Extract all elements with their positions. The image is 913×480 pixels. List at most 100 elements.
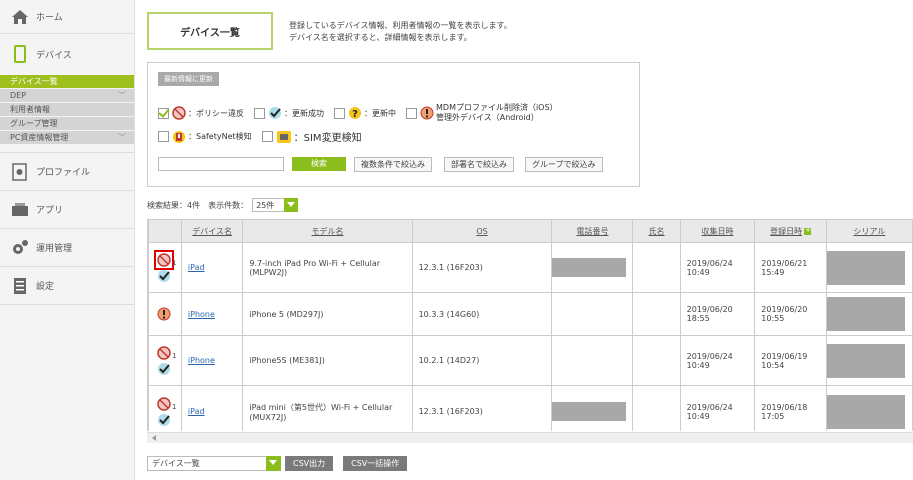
horizontal-scrollbar[interactable] <box>147 432 913 443</box>
device-link[interactable]: iPad <box>188 263 205 272</box>
model-cell: iPad mini（第5世代）Wi-Fi + Cellular (MUX72J) <box>242 385 413 431</box>
sort-header-os[interactable]: OS <box>411 219 553 243</box>
sidebar-item-label: グループ管理 <box>10 119 58 128</box>
smartphone-icon <box>10 44 30 64</box>
result-count-label: 検索結果：4件 表示件数： <box>147 200 249 210</box>
device-link[interactable]: iPhone <box>188 310 215 319</box>
redacted-block <box>826 250 905 285</box>
nav-apps[interactable]: アプリ <box>0 191 134 229</box>
nav-device[interactable]: デバイス <box>0 34 134 74</box>
serial-cell <box>825 385 913 431</box>
checkbox[interactable] <box>158 131 169 142</box>
sim-card-icon <box>276 130 291 143</box>
filter-sim-change[interactable]: ：SIM変更検知 <box>261 129 362 144</box>
phone-cell <box>551 242 634 293</box>
nav-operations[interactable]: 運用管理 <box>0 229 134 267</box>
status-filter-row-2: ：SafetyNet検知 ：SIM変更検知 <box>158 129 372 144</box>
checkbox[interactable] <box>158 107 169 119</box>
sort-header-registered[interactable]: 登録日時 <box>754 219 827 243</box>
date-text: 2019/06/24 <box>686 258 733 268</box>
export-type-select[interactable]: デバイス一覧 <box>147 456 281 471</box>
sidebar-item-dep[interactable]: DEP ﹀ <box>0 89 134 102</box>
registered-cell: 2019/06/19 10:54 <box>754 335 827 386</box>
filter-label-line: MDMプロファイル削除済（iOS） <box>436 103 558 112</box>
sort-header-model[interactable]: モデル名 <box>242 219 413 243</box>
description-line: デバイス名を選択すると、詳細情報を表示します。 <box>289 33 472 42</box>
refresh-button[interactable]: 最新情報に更新 <box>158 72 219 86</box>
prohibited-icon[interactable] <box>154 249 174 270</box>
filter-panel: 最新情報に更新 ：ポリシー違反 ：更新成功 ? ：更新中 MDMプロファイル削除… <box>147 62 640 187</box>
nav-home[interactable]: ホーム <box>0 0 134 34</box>
filter-update-success[interactable]: ：更新成功 <box>254 106 324 120</box>
model-cell: iPhone5S (ME381J) <box>242 335 413 386</box>
sort-header-serial[interactable]: シリアル <box>825 219 913 243</box>
checkbox[interactable] <box>334 107 345 119</box>
prohibited-icon[interactable] <box>157 345 171 360</box>
sidebar: ホーム デバイス デバイス一覧 DEP ﹀ 利用者情報 グループ管理 PC資産情報… <box>0 0 135 480</box>
sort-header-collected[interactable]: 収集日時 <box>679 219 756 243</box>
checkbox[interactable] <box>254 107 265 119</box>
date-text: 2019/06/24 <box>686 351 733 361</box>
device-name-cell: iPhone <box>180 335 244 386</box>
divider <box>0 145 134 153</box>
sidebar-item-label: PC資産情報管理 <box>10 133 69 142</box>
group-filter-button[interactable]: グループで絞込み <box>525 157 603 172</box>
time-text: 15:49 <box>761 267 785 277</box>
filter-mdm-removed[interactable]: MDMプロファイル削除済（iOS） 管理外デバイス（Android） <box>406 103 558 123</box>
sidebar-item-group[interactable]: グループ管理 <box>0 117 134 130</box>
serial-cell <box>825 292 913 336</box>
prohibited-icon[interactable] <box>157 396 171 411</box>
check-circle-icon <box>269 107 281 119</box>
table-row: iPhone iPhone 5 (MD297J) 10.3.3 (14G60) … <box>148 292 913 336</box>
header-label: 登録日時 <box>770 226 803 236</box>
sort-header-device[interactable]: デバイス名 <box>180 219 244 243</box>
redacted-block <box>552 258 627 277</box>
checkbox[interactable] <box>406 107 417 119</box>
chevron-down-icon: ﹀ <box>118 91 126 100</box>
sidebar-item-pc-assets[interactable]: PC資産情報管理 ﹀ <box>0 131 134 144</box>
checkbox[interactable] <box>261 131 273 142</box>
sidebar-item-user-info[interactable]: 利用者情報 <box>0 103 134 116</box>
chevron-down-icon[interactable] <box>284 198 299 212</box>
device-name-cell: iPad <box>180 242 244 293</box>
name-cell <box>632 385 681 431</box>
csv-output-button[interactable]: CSV出力 <box>285 456 334 471</box>
search-button[interactable]: 検索 <box>292 157 346 171</box>
time-text: 18:55 <box>686 314 710 323</box>
filter-policy-violation[interactable]: ：ポリシー違反 <box>158 106 244 120</box>
export-select-value: デバイス一覧 <box>152 459 200 468</box>
prohibited-icon <box>172 106 186 120</box>
table-row: 1 iPad iPad mini（第5世代）Wi-Fi + Cellular (… <box>148 385 913 431</box>
scroll-left-icon[interactable] <box>152 435 156 441</box>
sidebar-item-device-list[interactable]: デバイス一覧 <box>0 75 134 88</box>
csv-bulk-button[interactable]: CSV一括操作 <box>343 456 408 471</box>
safetynet-alert-icon <box>173 130 185 143</box>
device-link[interactable]: iPad <box>188 407 205 416</box>
nav-operations-label: 運用管理 <box>36 244 73 254</box>
violation-count: 1 <box>172 351 177 360</box>
nav-profile[interactable]: プロファイル <box>0 153 134 191</box>
chevron-down-icon[interactable] <box>266 456 281 471</box>
per-page-value: 25件 <box>256 200 275 210</box>
sort-header-name[interactable]: 氏名 <box>632 219 681 243</box>
multi-filter-button[interactable]: 複数条件で絞込み <box>354 157 432 172</box>
nav-settings[interactable]: 設定 <box>0 267 134 305</box>
filter-updating[interactable]: ? ：更新中 <box>334 106 396 120</box>
filter-label: ：ポリシー違反 <box>188 108 244 118</box>
nav-apps-label: アプリ <box>36 206 64 216</box>
warning-icon[interactable] <box>157 307 171 321</box>
collected-cell: 2019/06/20 18:55 <box>679 292 756 336</box>
filter-safetynet[interactable]: ：SafetyNet検知 <box>158 130 252 144</box>
date-text: 2019/06/24 <box>686 402 733 412</box>
profile-gear-icon <box>10 162 30 182</box>
device-link[interactable]: iPhone <box>188 356 215 365</box>
dept-filter-button[interactable]: 部署名で絞込み <box>444 157 514 172</box>
per-page-select[interactable]: 25件 <box>252 198 299 212</box>
serial-cell <box>825 335 913 386</box>
page-description: 登録しているデバイス情報、利用者情報の一覧を表示します。 デバイス名を選択すると… <box>289 20 512 44</box>
description-line: 登録しているデバイス情報、利用者情報の一覧を表示します。 <box>289 21 512 30</box>
search-input[interactable] <box>158 157 284 171</box>
time-text: 10:54 <box>761 360 785 370</box>
redacted-block <box>826 297 905 331</box>
sort-header-phone[interactable]: 電話番号 <box>551 219 634 243</box>
